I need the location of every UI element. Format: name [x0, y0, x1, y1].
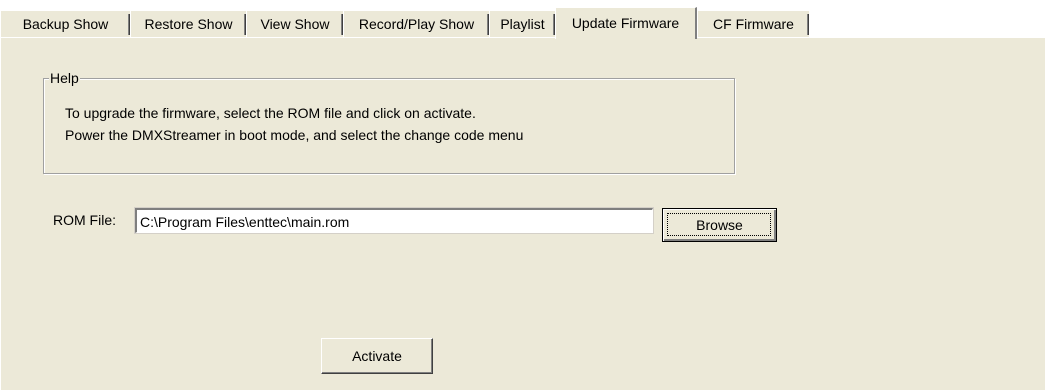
tab-label: Backup Show: [22, 16, 109, 32]
tab-label: Record/Play Show: [358, 16, 475, 32]
firmware-window: Backup Show Restore Show View Show Recor…: [0, 0, 1045, 390]
focus-rectangle: [667, 213, 771, 236]
tab-label: View Show: [260, 16, 330, 32]
help-groupbox: Help To upgrade the firmware, select the…: [43, 69, 735, 174]
tab-restore-show[interactable]: Restore Show: [130, 10, 246, 37]
update-firmware-panel: Help To upgrade the firmware, select the…: [0, 37, 1045, 390]
tab-playlist[interactable]: Playlist: [489, 10, 555, 37]
tab-backup-show[interactable]: Backup Show: [0, 10, 130, 37]
tab-separator: [807, 14, 809, 35]
tab-update-firmware[interactable]: Update Firmware: [555, 7, 697, 39]
tab-cf-firmware[interactable]: CF Firmware: [697, 10, 809, 37]
rom-file-label: ROM File:: [53, 212, 116, 228]
tab-label: CF Firmware: [713, 16, 794, 32]
rom-file-input[interactable]: [134, 207, 654, 234]
tab-strip: Backup Show Restore Show View Show Recor…: [0, 0, 1045, 39]
tab-record-play-show[interactable]: Record/Play Show: [343, 10, 489, 37]
help-groupbox-title: Help: [49, 69, 80, 87]
tab-label: Restore Show: [144, 16, 233, 32]
activate-button-label: Activate: [352, 348, 402, 364]
tab-view-show[interactable]: View Show: [246, 10, 343, 37]
browse-button[interactable]: Browse: [662, 208, 777, 242]
activate-button[interactable]: Activate: [321, 338, 433, 374]
help-text-line: Power the DMXStreamer in boot mode, and …: [65, 127, 524, 143]
tab-label: Update Firmware: [571, 15, 680, 31]
tab-label: Playlist: [500, 16, 545, 32]
help-text-line: To upgrade the firmware, select the ROM …: [65, 105, 476, 121]
